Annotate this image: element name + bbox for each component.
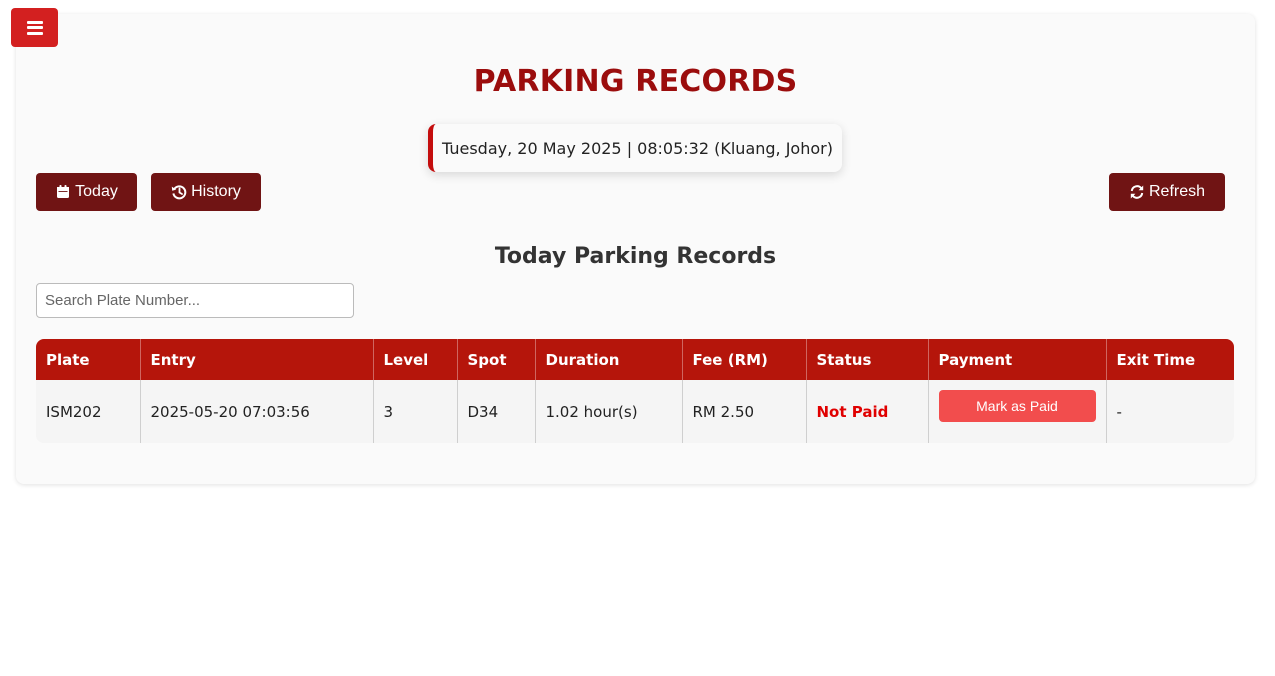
column-header-duration: Duration bbox=[535, 339, 683, 380]
today-button[interactable]: Today bbox=[36, 173, 137, 211]
history-icon bbox=[171, 184, 187, 200]
cell-duration: 1.02 hour(s) bbox=[535, 380, 683, 443]
table-header-row: Plate Entry Level Spot Duration Fee (RM)… bbox=[36, 339, 1234, 380]
history-button-label: History bbox=[191, 183, 241, 200]
mark-as-paid-button[interactable]: Mark as Paid bbox=[938, 390, 1096, 422]
column-header-entry: Entry bbox=[140, 339, 374, 380]
page-title: PARKING RECORDS bbox=[473, 64, 798, 99]
column-header-spot: Spot bbox=[457, 339, 536, 380]
column-header-plate: Plate bbox=[36, 339, 141, 380]
cell-level: 3 bbox=[373, 380, 458, 443]
records-table: Plate Entry Level Spot Duration Fee (RM)… bbox=[36, 339, 1234, 443]
cell-plate: ISM202 bbox=[36, 380, 141, 443]
column-header-exit-time: Exit Time bbox=[1116, 350, 1196, 369]
section-title: Today Parking Records bbox=[494, 244, 777, 269]
search-input[interactable] bbox=[36, 283, 354, 318]
records-table-container: Plate Entry Level Spot Duration Fee (RM)… bbox=[36, 339, 1234, 443]
cell-fee: RM 2.50 bbox=[682, 380, 807, 443]
column-header-status: Status bbox=[806, 339, 929, 380]
cell-status: Not Paid bbox=[806, 380, 929, 443]
refresh-button[interactable]: Refresh bbox=[1109, 173, 1225, 211]
today-button-label: Today bbox=[75, 183, 118, 200]
cell-exit-time: - bbox=[1116, 402, 1122, 421]
table-row: ISM202 2025-05-20 07:03:56 3 D34 1.02 ho… bbox=[36, 380, 1234, 443]
main-card: PARKING RECORDS Tuesday, 20 May 2025 | 0… bbox=[16, 14, 1255, 484]
bars-icon bbox=[26, 20, 43, 35]
menu-button[interactable] bbox=[11, 8, 58, 47]
calendar-icon bbox=[55, 184, 71, 200]
datetime-banner: Tuesday, 20 May 2025 | 08:05:32 (Kluang,… bbox=[428, 124, 842, 172]
refresh-icon bbox=[1129, 184, 1145, 200]
column-header-payment: Payment bbox=[928, 339, 1107, 380]
history-button[interactable]: History bbox=[151, 173, 261, 211]
column-header-fee: Fee (RM) bbox=[682, 339, 807, 380]
cell-payment: Mark as Paid bbox=[928, 380, 1107, 443]
column-header-level: Level bbox=[373, 339, 458, 380]
cell-entry: 2025-05-20 07:03:56 bbox=[140, 380, 374, 443]
cell-spot: D34 bbox=[457, 380, 536, 443]
status-badge: Not Paid bbox=[816, 402, 889, 421]
refresh-button-label: Refresh bbox=[1148, 183, 1206, 200]
